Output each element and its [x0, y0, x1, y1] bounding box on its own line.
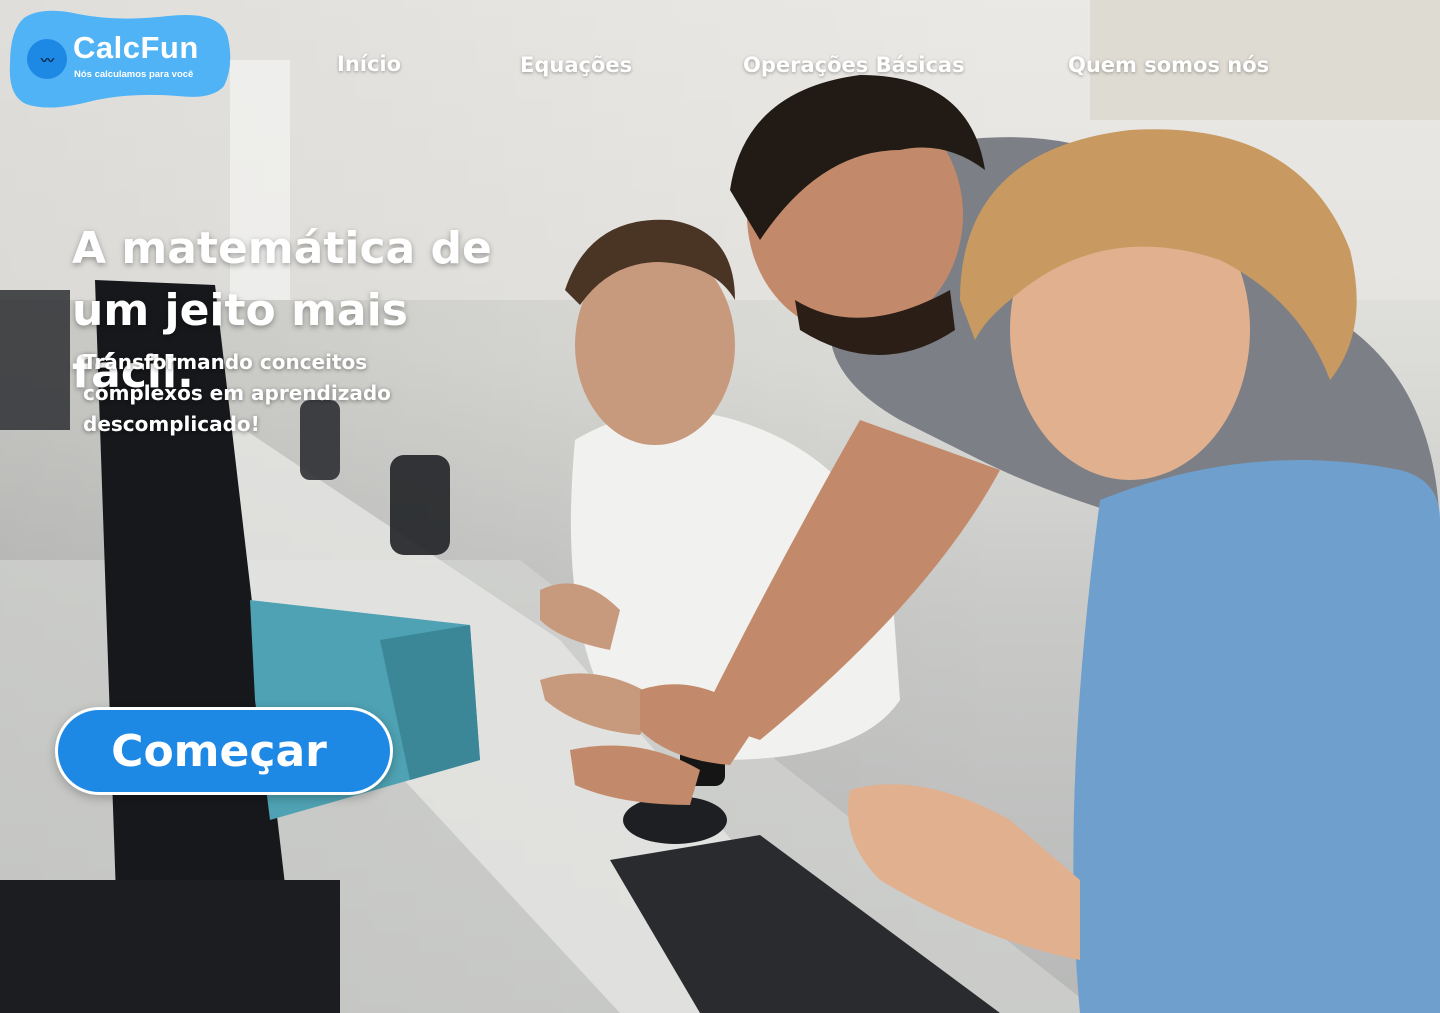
calcfun-logo-icon: 〰: [27, 39, 67, 79]
brand-logo[interactable]: 〰 CalcFun Nós calculamos para você: [8, 8, 232, 112]
nav-link-equacoes[interactable]: Equações: [520, 53, 632, 77]
nav-link-quem-somos-nos[interactable]: Quem somos nós: [1068, 53, 1269, 77]
brand-tagline: Nós calculamos para você: [74, 69, 194, 80]
nav-link-operacoes-basicas[interactable]: Operações Básicas: [743, 53, 965, 77]
brand-name: CalcFun: [73, 30, 199, 65]
hero-subtitle: Transformando conceitos complexos em apr…: [83, 350, 391, 436]
hero-photo: [0, 0, 1440, 1013]
landing-page: 〰 CalcFun Nós calculamos para você Iníci…: [0, 0, 1440, 1013]
start-button[interactable]: Começar: [55, 707, 393, 795]
nav-link-inicio[interactable]: Início: [337, 52, 401, 76]
